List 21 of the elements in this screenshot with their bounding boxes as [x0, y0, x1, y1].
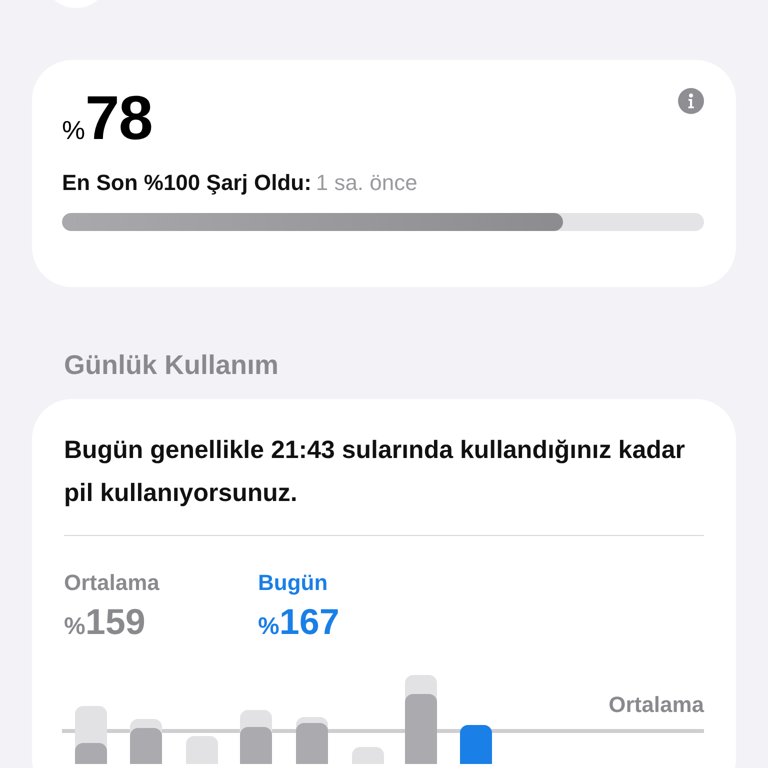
- average-bar: [352, 747, 384, 764]
- usage-summary: Bugün genellikle 21:43 sularında kullandığınız kadar pil kullanıyorsunuz.: [64, 435, 686, 510]
- usage-bar: [240, 727, 272, 764]
- stat-value: 167: [279, 601, 340, 642]
- last-charge-label: En Son %100 Şarj Oldu:: [62, 170, 312, 195]
- battery-percentage: 78: [85, 88, 152, 150]
- percent-sign: %: [64, 613, 86, 640]
- average-line-label: Ortalama: [608, 691, 704, 720]
- usage-bar: [75, 743, 107, 764]
- last-charge-time: 1 sa. önce: [316, 170, 418, 195]
- usage-bar: [130, 728, 162, 764]
- percent-sign: %: [258, 613, 280, 640]
- today-bar: [460, 725, 492, 764]
- stat-label: Bugün: [258, 569, 329, 598]
- stat-value: 159: [85, 601, 146, 642]
- average-bar: [186, 736, 218, 764]
- stat-label: Ortalama: [64, 569, 160, 598]
- info-icon[interactable]: [678, 88, 704, 114]
- section-heading: Günlük Kullanım: [64, 349, 280, 382]
- usage-bar: [405, 694, 437, 764]
- percent-sign: %: [62, 114, 86, 147]
